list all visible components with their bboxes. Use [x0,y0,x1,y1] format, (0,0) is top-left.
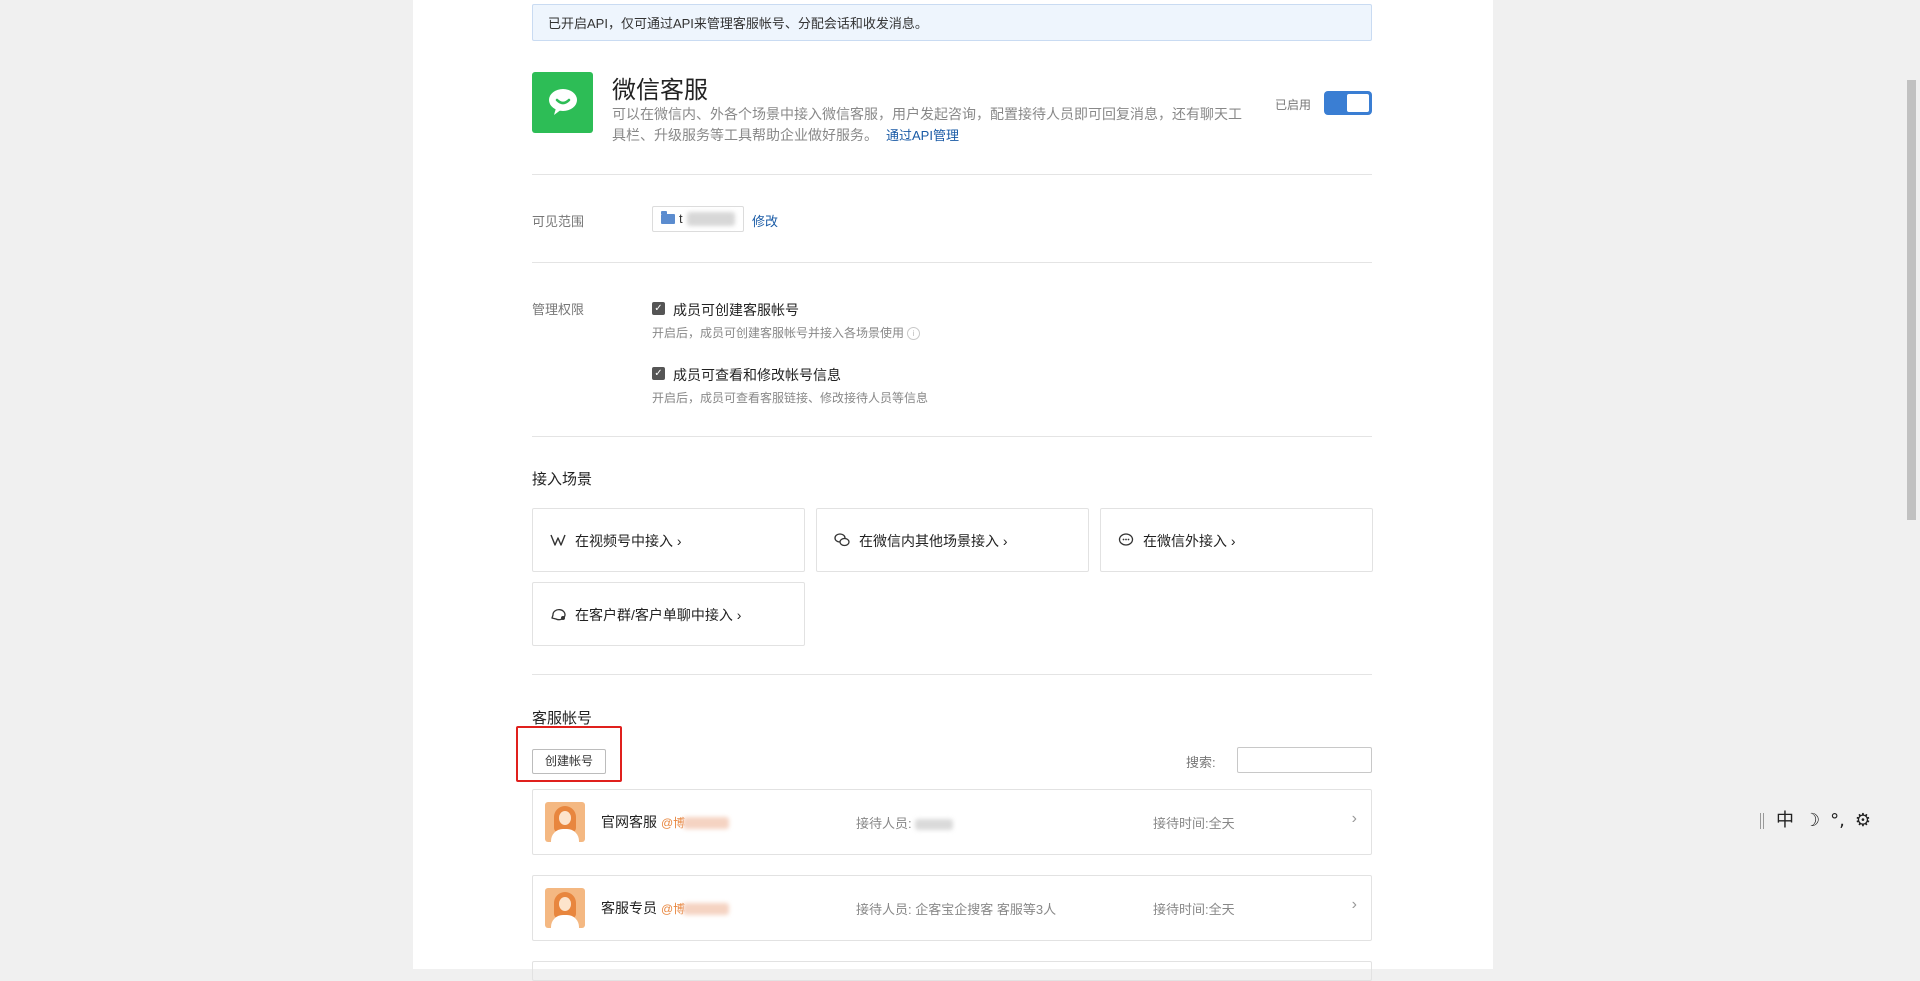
account-handle: @博 [661,816,686,830]
redacted-text [687,212,735,226]
scene-label: 在微信内其他场景接入 › [859,533,1008,549]
redacted-text [683,817,730,830]
scene-channels[interactable]: 在视频号中接入 › [532,508,805,572]
account-row[interactable]: 客服专员 @博 接待人员: 企客宝企搜客 客服等3人 接待时间:全天 › [532,875,1372,941]
avatar-body [551,915,579,928]
scene-label: 在微信外接入 › [1143,533,1236,549]
wechat-service-app-icon [532,72,593,133]
scrollbar-thumb[interactable] [1907,80,1916,520]
divider [532,674,1372,675]
main-panel: 已开启API，仅可通过API来管理客服帐号、分配会话和收发消息。 微信客服 可以… [413,0,1493,981]
ime-drag-handle[interactable] [1760,813,1764,829]
scene-outside-wechat[interactable]: 在微信外接入 › [1100,508,1373,572]
gear-icon[interactable]: ⚙ [1855,810,1871,831]
account-time: 接待时间:全天 [1153,902,1235,917]
account-handle: @博 [661,902,686,916]
moon-icon[interactable]: ☽ [1804,810,1820,831]
create-account-button[interactable]: 创建帐号 [532,749,606,774]
search-label: 搜索: [1186,755,1216,770]
app-header: 微信客服 可以在微信内、外各个场景中接入微信客服，用户发起咨询，配置接待人员即可… [532,72,1372,143]
account-reception: 接待人员: 企客宝企搜客 客服等3人 [856,902,1057,917]
create-account-checkbox[interactable]: ✓ [652,302,665,315]
search-input[interactable] [1237,747,1372,773]
account-name: 官网客服 @博 [601,812,730,832]
redacted-text [915,819,954,831]
account-reception: 接待人员: [856,813,954,832]
info-icon[interactable]: i [907,327,921,341]
scene-label: 在视频号中接入 › [575,533,682,549]
avatar [545,888,585,928]
permission-subtitle: 开启后，成员可创建客服帐号并接入各场景使用 i [652,324,921,341]
wechat-icon [834,533,850,547]
redacted-text [683,903,730,916]
permissions-label: 管理权限 [532,302,585,317]
toggle-knob [1347,94,1369,112]
group-chat-icon [551,609,566,621]
ime-mode-button[interactable]: 中 [1776,806,1794,832]
permission-title: 成员可查看和修改帐号信息 [673,367,841,383]
avatar [545,802,585,842]
scenes-section-title: 接入场景 [532,471,593,488]
edit-visibility-link[interactable]: 修改 [752,211,778,230]
permission-subtitle: 开启后，成员可查看客服链接、修改接待人员等信息 [652,391,929,405]
divider [532,174,1372,175]
account-time: 接待时间:全天 [1153,816,1235,831]
scene-label: 在客户群/客户单聊中接入 › [575,607,742,623]
accounts-section-title: 客服帐号 [532,710,593,727]
chevron-right-icon: › [1351,810,1357,827]
avatar-body [551,829,579,842]
chat-bubble-icon [1118,533,1134,546]
avatar-face [559,811,571,825]
app-description: 可以在微信内、外各个场景中接入微信客服，用户发起咨询，配置接待人员即可回复消息，… [612,104,1252,146]
scope-text: t [679,211,683,226]
punctuation-toggle[interactable]: °, [1830,810,1845,831]
account-row[interactable] [532,961,1372,981]
visibility-scope-tag[interactable]: t [652,206,744,232]
account-name: 客服专员 @博 [601,898,730,918]
edit-account-checkbox[interactable]: ✓ [652,367,665,380]
permission-title: 成员可创建客服帐号 [673,302,799,318]
divider [532,262,1372,263]
account-row[interactable]: 官网客服 @博 接待人员: 接待时间:全天 › [532,789,1372,855]
ime-toolbar: 中 ☽ °, ⚙ [1760,806,1881,831]
enable-toggle[interactable] [1324,91,1372,115]
app-title: 微信客服 [612,77,708,104]
scene-customer-group[interactable]: 在客户群/客户单聊中接入 › [532,582,805,646]
divider [532,436,1372,437]
api-manage-link[interactable]: 通过API管理 [886,128,959,143]
scrollbar[interactable] [1903,0,1920,969]
api-notice-banner: 已开启API，仅可通过API来管理客服帐号、分配会话和收发消息。 [532,4,1372,41]
chevron-right-icon: › [1351,896,1357,913]
folder-icon [661,211,675,224]
status-label: 已启用 [1275,98,1312,112]
avatar-face [559,897,571,911]
scene-wechat-other[interactable]: 在微信内其他场景接入 › [816,508,1089,572]
visibility-label: 可见范围 [532,214,585,229]
channels-icon [550,534,566,546]
